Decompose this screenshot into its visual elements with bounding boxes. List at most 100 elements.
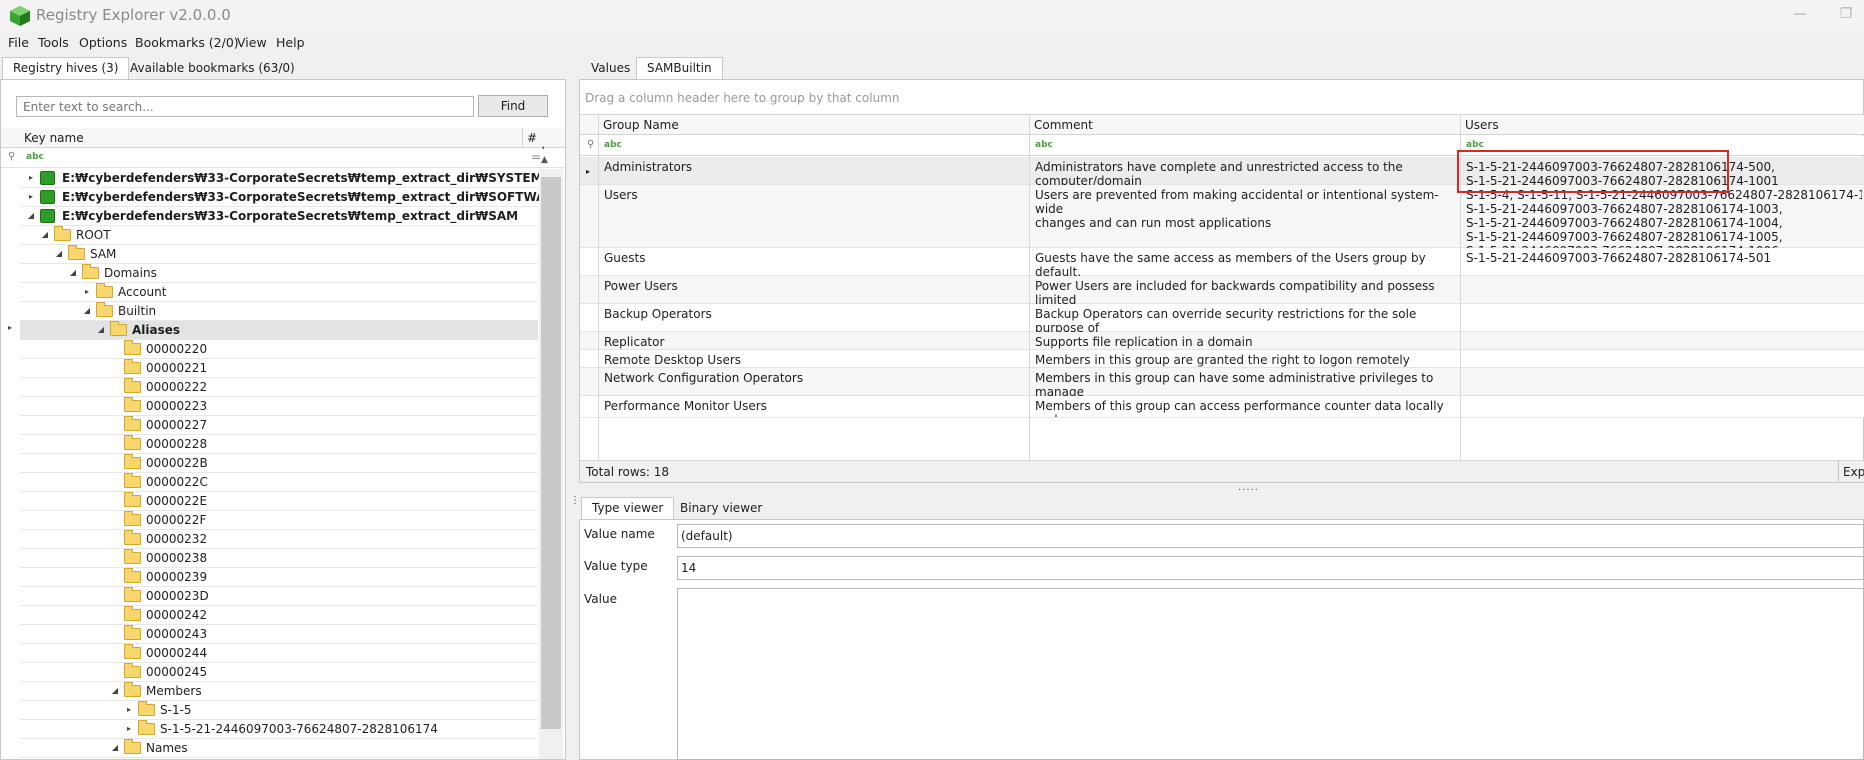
- tree-row[interactable]: ◢ Aliases: [20, 321, 540, 340]
- collapse-arrow-icon[interactable]: ◢: [26, 207, 36, 225]
- tree-row[interactable]: ▸ S-1-5: [20, 701, 540, 720]
- menu-bookmarks[interactable]: Bookmarks (2/0): [135, 35, 239, 50]
- folder-icon: [124, 473, 141, 488]
- tree-row[interactable]: 00000242: [20, 606, 540, 625]
- tree-row[interactable]: ◢ Domains: [20, 264, 540, 283]
- tree-row[interactable]: 0000022E: [20, 492, 540, 511]
- tree-row[interactable]: ▸ E:₩cyberdefenders₩33-CorporateSecrets₩t…: [20, 188, 563, 207]
- collapse-arrow-icon[interactable]: ◢: [110, 682, 120, 700]
- row-indicator-icon: ▸: [8, 323, 13, 332]
- grid-row[interactable]: Remote Desktop Users Members in this grou…: [580, 350, 1864, 368]
- tab-available-bookmarks[interactable]: Available bookmarks (63/0): [119, 57, 306, 79]
- search-input[interactable]: [16, 96, 474, 117]
- panel-grip-icon[interactable]: ⋮: [570, 496, 580, 506]
- menu-options[interactable]: Options: [79, 35, 127, 50]
- tree-row[interactable]: ▸ S-1-5-21-2446097003-76624807-2828106174: [20, 720, 540, 739]
- collapse-arrow-icon[interactable]: ◢: [110, 739, 120, 757]
- tree-row[interactable]: 00000232: [20, 530, 540, 549]
- tree-row-label: 00000227: [146, 418, 208, 432]
- find-button[interactable]: Find: [478, 95, 548, 117]
- collapse-arrow-icon[interactable]: ◢: [68, 264, 78, 282]
- column-divider: [1029, 114, 1030, 460]
- menu-file[interactable]: File: [8, 35, 29, 50]
- tree-row[interactable]: 00000223: [20, 397, 540, 416]
- tree-row[interactable]: ◢ ROOT: [20, 226, 540, 245]
- grid-row[interactable]: Backup Operators Backup Operators can ove…: [580, 304, 1864, 349]
- grid-row[interactable]: Network Configuration Operators Members i…: [580, 368, 1864, 413]
- menu-help[interactable]: Help: [276, 35, 305, 50]
- expand-arrow-icon[interactable]: ▸: [26, 169, 36, 187]
- tree-row[interactable]: ◢ Members: [20, 682, 540, 701]
- tree-row[interactable]: 00000243: [20, 625, 540, 644]
- menu-view[interactable]: View: [237, 35, 267, 50]
- folder-icon: [124, 530, 141, 545]
- collapse-arrow-icon[interactable]: ◢: [82, 302, 92, 320]
- menu-tools[interactable]: Tools: [38, 35, 69, 50]
- collapse-arrow-icon[interactable]: ◢: [54, 245, 64, 263]
- tree-row[interactable]: ◢ SAM: [20, 245, 540, 264]
- column-users[interactable]: Users: [1465, 118, 1499, 132]
- grid-row[interactable]: Power Users Power Users are included for …: [580, 276, 1864, 321]
- tree-row[interactable]: 00000244: [20, 644, 540, 663]
- tree-row[interactable]: 00000220: [20, 340, 540, 359]
- expand-arrow-icon[interactable]: ▸: [124, 701, 134, 719]
- grid-row[interactable]: ▸ Administrators Administrators have compl…: [580, 157, 1864, 188]
- tree-row[interactable]: 00000228: [20, 435, 540, 454]
- scroll-up-icon[interactable]: ▲: [541, 155, 548, 165]
- tree-row[interactable]: 00000239: [20, 568, 540, 587]
- expand-arrow-icon[interactable]: ▸: [26, 188, 36, 206]
- folder-icon: [124, 435, 141, 450]
- tree-row[interactable]: ◢ Names: [20, 739, 540, 758]
- tree-row[interactable]: 00000227: [20, 416, 540, 435]
- tree-row-label: 0000022C: [146, 475, 208, 489]
- tree-row[interactable]: 00000245: [20, 663, 540, 682]
- comment-cell: Supports file replication in a domain: [1035, 335, 1460, 349]
- tab-registry-hives[interactable]: Registry hives (3): [2, 57, 130, 79]
- tree-row[interactable]: ▸ Account: [20, 283, 540, 302]
- tree-row[interactable]: 0000023D: [20, 587, 540, 606]
- column-comment[interactable]: Comment: [1034, 118, 1093, 132]
- tree-row[interactable]: 0000022F: [20, 511, 540, 530]
- key-name-column-header[interactable]: Key name: [24, 131, 84, 145]
- group-name-cell: Network Configuration Operators: [604, 371, 804, 385]
- tab-values[interactable]: Values: [580, 57, 641, 79]
- folder-icon: [124, 340, 141, 355]
- comment-line: Members in this group are granted the ri…: [1035, 353, 1410, 367]
- collapse-arrow-icon[interactable]: ◢: [40, 226, 50, 244]
- group-by-hint[interactable]: Drag a column header here to group by th…: [585, 91, 899, 105]
- minimize-icon[interactable]: —: [1790, 6, 1810, 24]
- comment-line: changes and can run most applications: [1035, 216, 1272, 230]
- tab-binary-viewer[interactable]: Binary viewer: [669, 497, 773, 519]
- splitter-grip-icon[interactable]: .....: [1238, 482, 1259, 493]
- tab-type-viewer[interactable]: Type viewer: [581, 497, 675, 519]
- tree-row[interactable]: 00000238: [20, 549, 540, 568]
- grid-row[interactable]: Performance Monitor Users Members of this…: [580, 396, 1864, 418]
- grid-row[interactable]: Replicator Supports file replication in a…: [580, 332, 1864, 350]
- value-name-field[interactable]: (default): [677, 524, 1864, 548]
- tree-row[interactable]: 00000221: [20, 359, 540, 378]
- collapse-arrow-icon[interactable]: ◢: [96, 321, 106, 339]
- grid-filter-row[interactable]: ⚲ abc abc abc: [580, 136, 1864, 156]
- folder-icon: [124, 625, 141, 640]
- folder-icon: [138, 701, 155, 716]
- export-button[interactable]: Exp: [1843, 465, 1864, 479]
- tree-row[interactable]: ◢ Builtin: [20, 302, 540, 321]
- comment-line: Power Users are included for backwards c…: [1035, 279, 1435, 307]
- tree-row[interactable]: ◢ E:₩cyberdefenders₩33-CorporateSecrets₩t…: [20, 207, 540, 226]
- grid-row[interactable]: Users Users are prevented from making acc…: [580, 185, 1864, 258]
- user-sid-line: S-1-5-21-2446097003-76624807-2828106174-…: [1466, 216, 1783, 230]
- tree-scroll-thumb[interactable]: [541, 177, 561, 729]
- value-data-field[interactable]: [677, 588, 1864, 760]
- expand-arrow-icon[interactable]: ▸: [124, 720, 134, 738]
- column-group-name[interactable]: Group Name: [603, 118, 679, 132]
- value-type-field[interactable]: 14: [677, 556, 1864, 580]
- restore-icon[interactable]: ❐: [1836, 6, 1856, 24]
- grid-row[interactable]: Guests Guests have the same access as mem…: [580, 248, 1864, 293]
- tree-row[interactable]: 00000222: [20, 378, 540, 397]
- expand-arrow-icon[interactable]: ▸: [82, 283, 92, 301]
- tree-row[interactable]: ▸ E:₩cyberdefenders₩33-CorporateSecrets₩t…: [20, 169, 543, 188]
- tab-sambuiltin[interactable]: SAMBuiltin: [636, 57, 723, 79]
- tree-filter-row[interactable]: ⚲ abc =: [1, 149, 565, 168]
- tree-row[interactable]: 0000022C: [20, 473, 540, 492]
- tree-row[interactable]: 0000022B: [20, 454, 540, 473]
